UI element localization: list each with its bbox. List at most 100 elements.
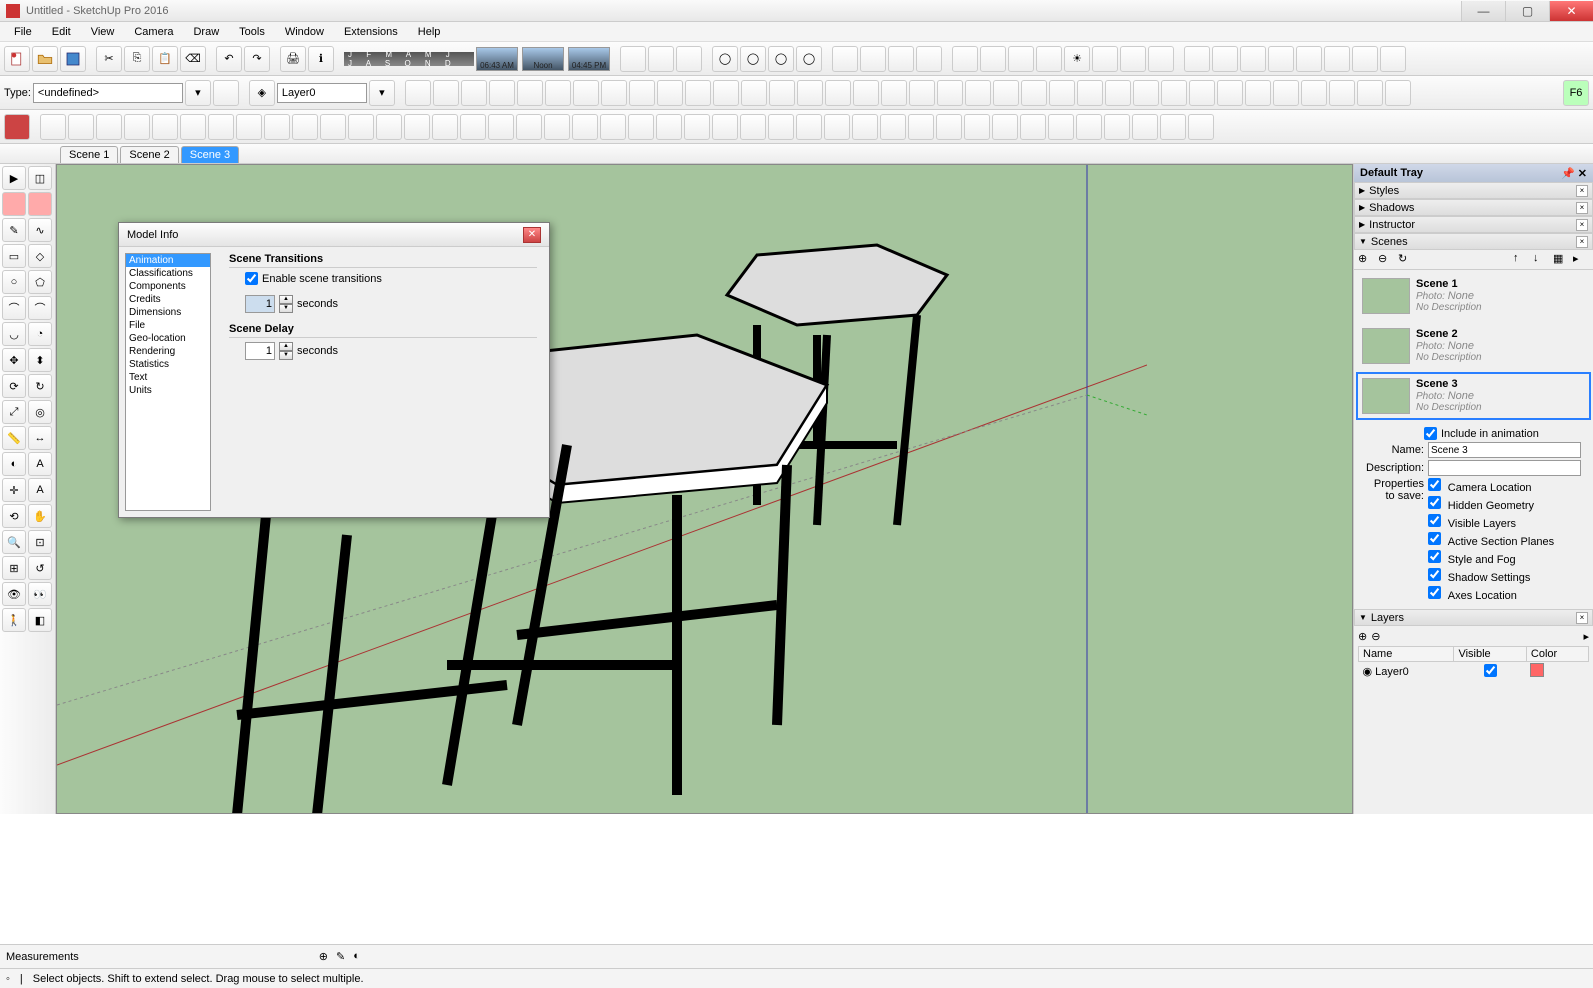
toolbar-icon[interactable]: [292, 114, 318, 140]
scene-prop-checkbox[interactable]: [1428, 586, 1441, 599]
scene-update-icon[interactable]: ↻: [1398, 252, 1414, 268]
type-dropdown-button[interactable]: ▾: [185, 80, 211, 106]
offset-icon[interactable]: ◎: [28, 400, 52, 424]
toolbar-icon[interactable]: [1048, 114, 1074, 140]
time-noon[interactable]: Noon: [522, 47, 564, 71]
toolbar-icon[interactable]: [656, 114, 682, 140]
pan-icon[interactable]: ✋: [28, 504, 52, 528]
toolbar-icon[interactable]: [1160, 114, 1186, 140]
look-around-icon[interactable]: 👀: [28, 582, 52, 606]
dialog-list-item[interactable]: Components: [126, 280, 210, 293]
toolbar-icon[interactable]: [1077, 80, 1103, 106]
toolbar-icon[interactable]: [264, 114, 290, 140]
dialog-list-item[interactable]: Animation: [126, 254, 210, 267]
toolbar-icon[interactable]: [685, 80, 711, 106]
toolbar-icon[interactable]: [936, 114, 962, 140]
zoom-icon[interactable]: 🔍: [2, 530, 26, 554]
scene-tab-3[interactable]: Scene 3: [181, 146, 239, 163]
undo-icon[interactable]: ↶: [216, 46, 242, 72]
transition-seconds-input[interactable]: [245, 295, 275, 313]
status-icon[interactable]: ◐: [353, 950, 360, 963]
dialog-list-item[interactable]: File: [126, 319, 210, 332]
layer-visible-checkbox[interactable]: [1484, 664, 1497, 677]
dialog-list-item[interactable]: Rendering: [126, 345, 210, 358]
status-icon[interactable]: ✎: [336, 950, 345, 963]
tray-header[interactable]: Default Tray 📌 ✕: [1354, 164, 1593, 182]
toolbar-icon[interactable]: [1324, 46, 1350, 72]
type-input[interactable]: [33, 83, 183, 103]
view-front-icon[interactable]: ◯: [768, 46, 794, 72]
position-camera-icon[interactable]: 👁: [2, 582, 26, 606]
scene-prop-checkbox[interactable]: [1428, 478, 1441, 491]
scene-tab-2[interactable]: Scene 2: [120, 146, 178, 163]
toolbar-icon[interactable]: [180, 114, 206, 140]
toolbar-icon[interactable]: [600, 114, 626, 140]
toolbar-icon[interactable]: [713, 80, 739, 106]
followme-icon[interactable]: ↻: [28, 374, 52, 398]
layer-remove-icon[interactable]: ⊖: [1371, 630, 1380, 643]
toolbar-icon[interactable]: [657, 80, 683, 106]
toolbar-icon[interactable]: [124, 114, 150, 140]
dimension-icon[interactable]: ↔: [28, 426, 52, 450]
toolbar-icon[interactable]: [1105, 80, 1131, 106]
scene-view-icon[interactable]: ▦: [1553, 252, 1569, 268]
menu-file[interactable]: File: [4, 24, 42, 40]
toolbar-icon[interactable]: [832, 46, 858, 72]
scene-desc-input[interactable]: [1428, 460, 1581, 476]
tape-icon[interactable]: 📏: [2, 426, 26, 450]
toolbar-icon[interactable]: [648, 46, 674, 72]
toolbar-icon[interactable]: [489, 80, 515, 106]
component-icon[interactable]: ◫: [28, 166, 52, 190]
toolbar-icon[interactable]: [1217, 80, 1243, 106]
menu-edit[interactable]: Edit: [42, 24, 81, 40]
dialog-list-item[interactable]: Units: [126, 384, 210, 397]
toolbar-icon[interactable]: [517, 80, 543, 106]
menu-draw[interactable]: Draw: [183, 24, 229, 40]
paste-icon[interactable]: 📋: [152, 46, 178, 72]
toolbar-icon[interactable]: [1273, 80, 1299, 106]
toolbar-icon[interactable]: [909, 80, 935, 106]
toolbar-icon[interactable]: [880, 114, 906, 140]
copy-icon[interactable]: ⎘: [124, 46, 150, 72]
toolbar-icon[interactable]: [348, 114, 374, 140]
toolbar-icon[interactable]: [629, 80, 655, 106]
rotate-icon[interactable]: ⟳: [2, 374, 26, 398]
toolbar-icon[interactable]: [620, 46, 646, 72]
menu-camera[interactable]: Camera: [124, 24, 183, 40]
protractor-icon[interactable]: ◐: [2, 452, 26, 476]
select-icon[interactable]: ▶: [2, 166, 26, 190]
redo-icon[interactable]: ↷: [244, 46, 270, 72]
new-file-icon[interactable]: [4, 46, 30, 72]
layer-menu-icon[interactable]: ▸: [1583, 630, 1589, 643]
dialog-titlebar[interactable]: Model Info ✕: [119, 223, 549, 247]
toolbar-icon[interactable]: [860, 46, 886, 72]
toolbar-icon[interactable]: [1296, 46, 1322, 72]
toolbar-icon[interactable]: [1240, 46, 1266, 72]
toolbar-icon[interactable]: [516, 114, 542, 140]
dialog-list-item[interactable]: Dimensions: [126, 306, 210, 319]
time-afternoon[interactable]: 04:45 PM: [568, 47, 610, 71]
toolbar-icon[interactable]: [1076, 114, 1102, 140]
toolbar-icon[interactable]: [1148, 46, 1174, 72]
dialog-list-item[interactable]: Text: [126, 371, 210, 384]
layer-add-icon[interactable]: ⊕: [1358, 630, 1367, 643]
menu-help[interactable]: Help: [408, 24, 451, 40]
section-shadows[interactable]: ▶Shadows×: [1354, 199, 1593, 216]
toolbar-icon[interactable]: [796, 114, 822, 140]
section-instructor[interactable]: ▶Instructor×: [1354, 216, 1593, 233]
section-styles[interactable]: ▶Styles×: [1354, 182, 1593, 199]
arc3-icon[interactable]: ◡: [2, 322, 26, 346]
month-strip[interactable]: J F M A M J J A S O N D: [344, 52, 474, 66]
dialog-list-item[interactable]: Classifications: [126, 267, 210, 280]
toolbar-icon[interactable]: [432, 114, 458, 140]
toolbar-icon[interactable]: [740, 114, 766, 140]
freehand-icon[interactable]: ∿: [28, 218, 52, 242]
pencil-icon[interactable]: ✎: [2, 218, 26, 242]
toolbar-icon[interactable]: [1020, 114, 1046, 140]
rotated-rect-icon[interactable]: ◇: [28, 244, 52, 268]
dialog-close-button[interactable]: ✕: [523, 227, 541, 243]
toolbar-icon[interactable]: [544, 114, 570, 140]
toolbar-icon[interactable]: [797, 80, 823, 106]
toolbar-icon[interactable]: [1329, 80, 1355, 106]
scene-prop-checkbox[interactable]: [1428, 514, 1441, 527]
